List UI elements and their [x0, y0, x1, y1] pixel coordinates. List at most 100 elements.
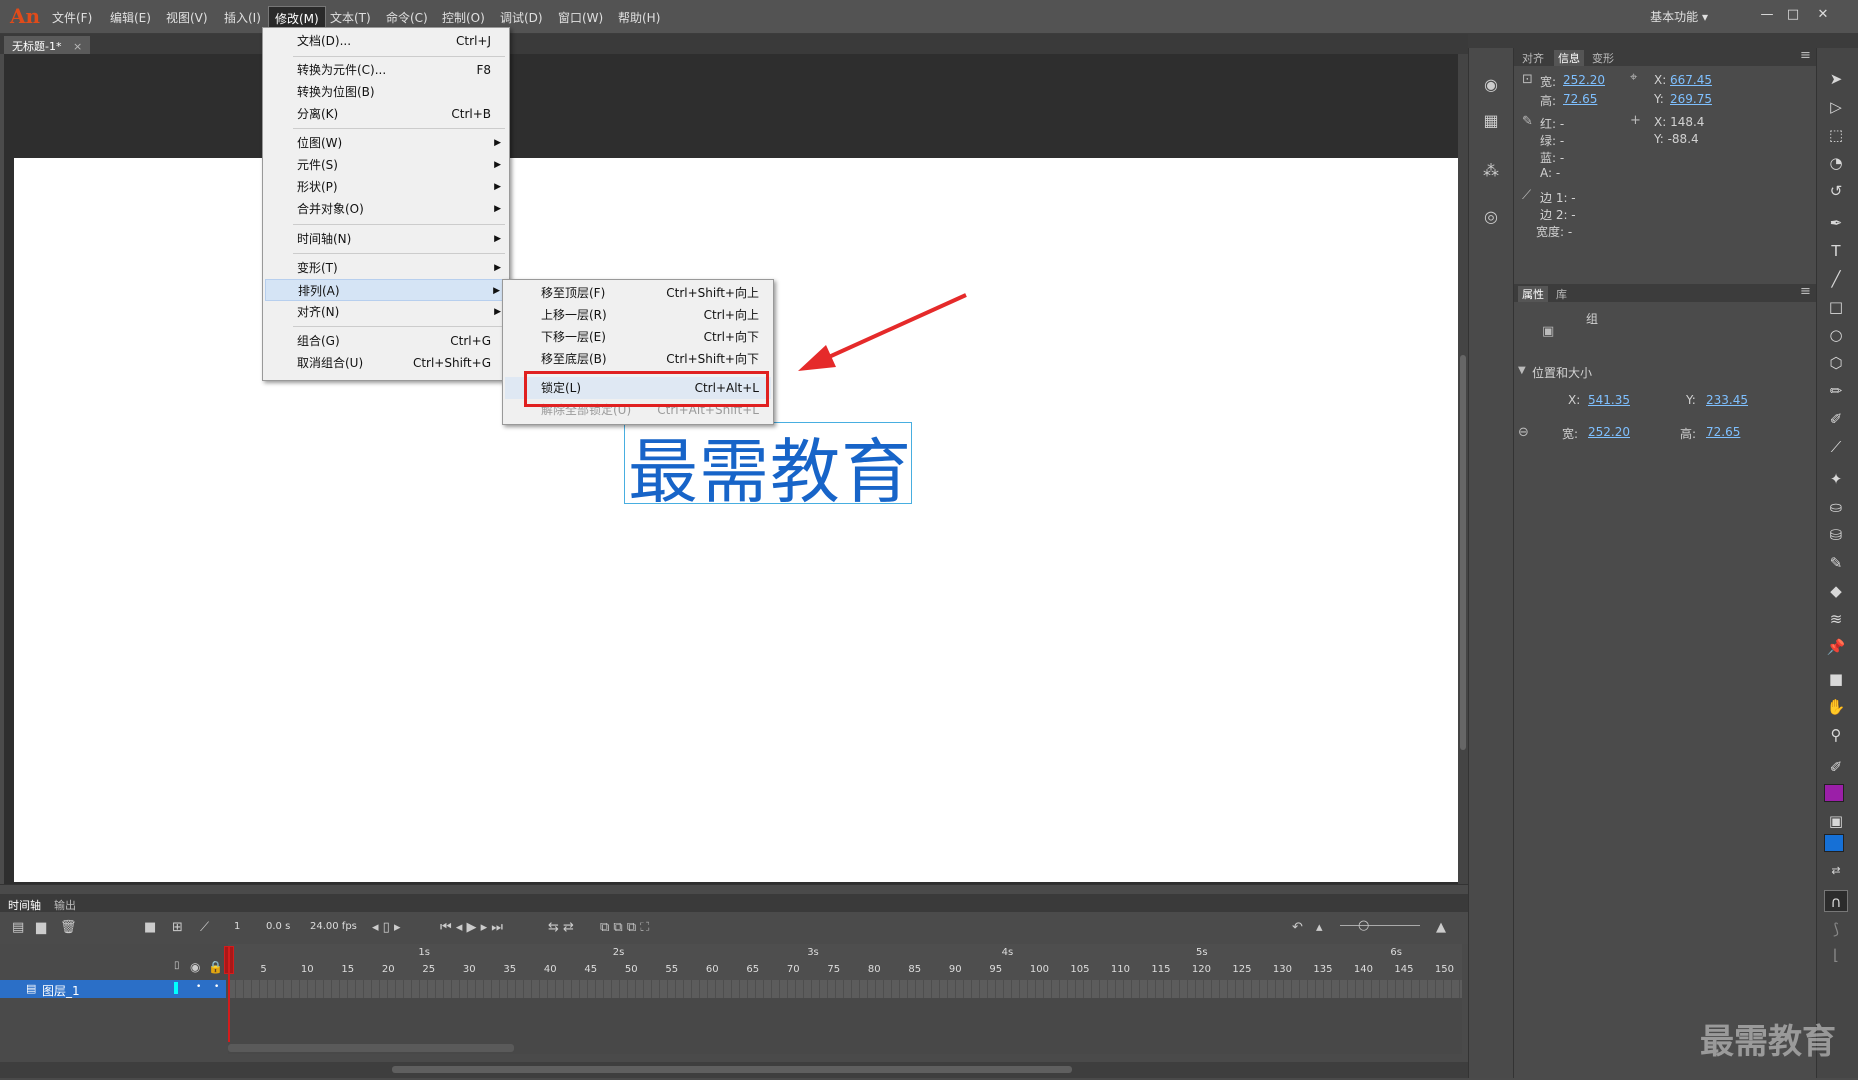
panel-menu-icon[interactable]: ≡ [1800, 48, 1811, 63]
frame-rate[interactable]: 24.00 fps [310, 921, 357, 932]
menu-window[interactable]: 窗口(W) [558, 9, 603, 26]
ink-bottle-tool-icon[interactable]: ⛁ [1824, 524, 1848, 546]
menu-item-send-backward[interactable]: 下移一层(E) Ctrl+向下 [505, 326, 771, 348]
menu-item-bitmap[interactable]: 位图(W) ▶ [265, 132, 509, 154]
tab-info[interactable]: 信息 [1554, 50, 1584, 66]
new-folder-icon[interactable]: ▆ [36, 920, 46, 935]
hand-tool-icon[interactable]: ✋ [1824, 696, 1848, 718]
menu-item-arrange[interactable]: 排列(A) ▶ [265, 279, 509, 301]
menu-text[interactable]: 文本(T) [330, 9, 371, 26]
menu-item-document[interactable]: 文档(D)... Ctrl+J [265, 30, 509, 52]
current-frame[interactable]: 1 [234, 921, 240, 932]
tab-align[interactable]: 对齐 [1522, 50, 1544, 66]
new-layer-icon[interactable]: ▤ [12, 920, 24, 935]
close-icon[interactable]: ✕ [1810, 6, 1836, 24]
menu-item-convert-to-symbol[interactable]: 转换为元件(C)... F8 [265, 59, 509, 81]
stage-vscroll-thumb[interactable] [1460, 355, 1466, 750]
swatches-icon[interactable]: ▦ [1480, 110, 1502, 132]
zoom-out-timeline-icon[interactable]: ▴ [1316, 920, 1323, 935]
menu-debug[interactable]: 调试(D) [500, 9, 543, 26]
pen-tool-icon[interactable]: ✒ [1824, 212, 1848, 234]
menu-item-transform[interactable]: 变形(T) ▶ [265, 257, 509, 279]
info-y-value[interactable]: 269.75 [1670, 92, 1712, 106]
menu-item-break-apart[interactable]: 分离(K) Ctrl+B [265, 103, 509, 125]
menu-item-bring-to-front[interactable]: 移至顶层(F) Ctrl+Shift+向上 [505, 282, 771, 304]
prop-x-value[interactable]: 541.35 [1588, 393, 1630, 407]
prop-w-value[interactable]: 252.20 [1588, 425, 1630, 439]
menu-help[interactable]: 帮助(H) [618, 9, 660, 26]
text-object[interactable]: 最需教育 [628, 416, 912, 517]
menu-insert[interactable]: 插入(I) [224, 9, 261, 26]
menu-item-group[interactable]: 组合(G) Ctrl+G [265, 330, 509, 352]
document-tab[interactable]: 无标题-1* × [4, 36, 91, 54]
polystar-tool-icon[interactable]: ⬡ [1824, 352, 1848, 374]
lasso-tool-icon[interactable]: ↺ [1824, 180, 1848, 202]
pencil-tool-icon[interactable]: ✏ [1824, 380, 1848, 402]
minimize-icon[interactable]: — [1754, 6, 1780, 24]
delete-layer-icon[interactable]: 🗑 [60, 920, 77, 935]
outline-toggle-icon[interactable]: ▯ [174, 960, 180, 971]
loop-icon[interactable]: ⇆ ⇄ [548, 920, 574, 935]
cc-libraries-icon[interactable]: ◎ [1480, 206, 1502, 228]
oval-tool-icon[interactable]: ○ [1824, 324, 1848, 346]
prop-h-value[interactable]: 72.65 [1706, 425, 1740, 439]
maximize-icon[interactable]: □ [1780, 6, 1806, 24]
menu-edit[interactable]: 编辑(E) [110, 9, 151, 26]
info-height-value[interactable]: 72.65 [1563, 92, 1597, 106]
menu-view[interactable]: 视图(V) [166, 9, 208, 26]
menu-item-symbol[interactable]: 元件(S) ▶ [265, 154, 509, 176]
menu-item-send-to-back[interactable]: 移至底层(B) Ctrl+Shift+向下 [505, 348, 771, 370]
menu-item-shape[interactable]: 形状(P) ▶ [265, 176, 509, 198]
graph-icon[interactable]: ⟋ [200, 920, 209, 935]
line-tool-icon[interactable]: ╱ [1824, 268, 1848, 290]
paint-bucket-tool-icon[interactable]: ⛀ [1824, 496, 1848, 518]
eyedropper-tool-icon[interactable]: ✎ [1824, 552, 1848, 574]
menu-item-combine-objects[interactable]: 合并对象(O) ▶ [265, 198, 509, 220]
info-x-value[interactable]: 667.45 [1670, 73, 1712, 87]
prop-y-value[interactable]: 233.45 [1706, 393, 1748, 407]
tab-library[interactable]: 库 [1556, 286, 1567, 302]
menu-item-ungroup[interactable]: 取消组合(U) Ctrl+Shift+G [265, 352, 509, 374]
menu-item-timeline[interactable]: 时间轴(N) ▶ [265, 228, 509, 250]
timeline-hscroll-thumb[interactable] [392, 1066, 1072, 1073]
parenting-icon[interactable]: ⊞ [172, 920, 183, 935]
workspace-switcher[interactable]: 基本功能 ▾ [1650, 8, 1708, 25]
info-width-value[interactable]: 252.20 [1563, 73, 1605, 87]
fill-color-swatch[interactable] [1824, 834, 1844, 852]
center-frame-icon[interactable]: ◂ ▯ ▸ [372, 920, 400, 935]
tab-transform[interactable]: 变形 [1592, 50, 1614, 66]
3d-rotation-tool-icon[interactable]: ◔ [1824, 152, 1848, 174]
zoom-in-timeline-icon[interactable]: ▲ [1436, 920, 1446, 935]
stroke-color-swatch[interactable] [1824, 784, 1844, 802]
timeline-zoom-slider[interactable] [1340, 925, 1420, 926]
undo-icon[interactable]: ↶ [1292, 920, 1303, 935]
color-palette-icon[interactable]: ◉ [1480, 74, 1502, 96]
tab-output[interactable]: 输出 [54, 897, 76, 913]
straighten-icon[interactable]: ⌊ [1824, 944, 1848, 966]
snap-magnet-icon[interactable]: ∩ [1824, 890, 1848, 912]
motion-presets-icon[interactable]: ⁂ [1480, 160, 1502, 182]
width-tool-icon[interactable]: ≋ [1824, 608, 1848, 630]
selection-tool-icon[interactable]: ➤ [1824, 68, 1848, 90]
current-time[interactable]: 0.0 s [266, 921, 290, 932]
slider-knob-icon[interactable]: ○ [1358, 918, 1369, 933]
free-transform-tool-icon[interactable]: ⬚ [1824, 124, 1848, 146]
brush-tool-icon[interactable]: ⟋ [1824, 436, 1848, 458]
layer-name[interactable]: 图层_1 [42, 982, 80, 999]
swap-colors-icon[interactable]: ⇄ [1824, 860, 1848, 882]
tab-close-icon[interactable]: × [73, 40, 82, 53]
layer-frames[interactable] [228, 980, 1462, 998]
menu-commands[interactable]: 命令(C) [386, 9, 428, 26]
pin-tool-icon[interactable]: 📌 [1824, 636, 1848, 658]
menu-control[interactable]: 控制(O) [442, 9, 485, 26]
playback-controls-icon[interactable]: ⏮ ◂ ▶ ▸ ⏭ [440, 920, 503, 935]
text-tool-icon[interactable]: T [1824, 240, 1848, 262]
layer-visible-dot[interactable]: • [196, 982, 201, 992]
subselection-tool-icon[interactable]: ▷ [1824, 96, 1848, 118]
camera-tool-icon[interactable]: ■ [1824, 668, 1848, 690]
visibility-eye-icon[interactable]: ◉ [190, 960, 200, 974]
tab-timeline[interactable]: 时间轴 [8, 897, 41, 913]
menu-item-align[interactable]: 对齐(N) ▶ [265, 301, 509, 323]
collapse-arrow-icon[interactable]: ▼ [1518, 365, 1526, 376]
smooth-icon[interactable]: ⟆ [1824, 918, 1848, 940]
